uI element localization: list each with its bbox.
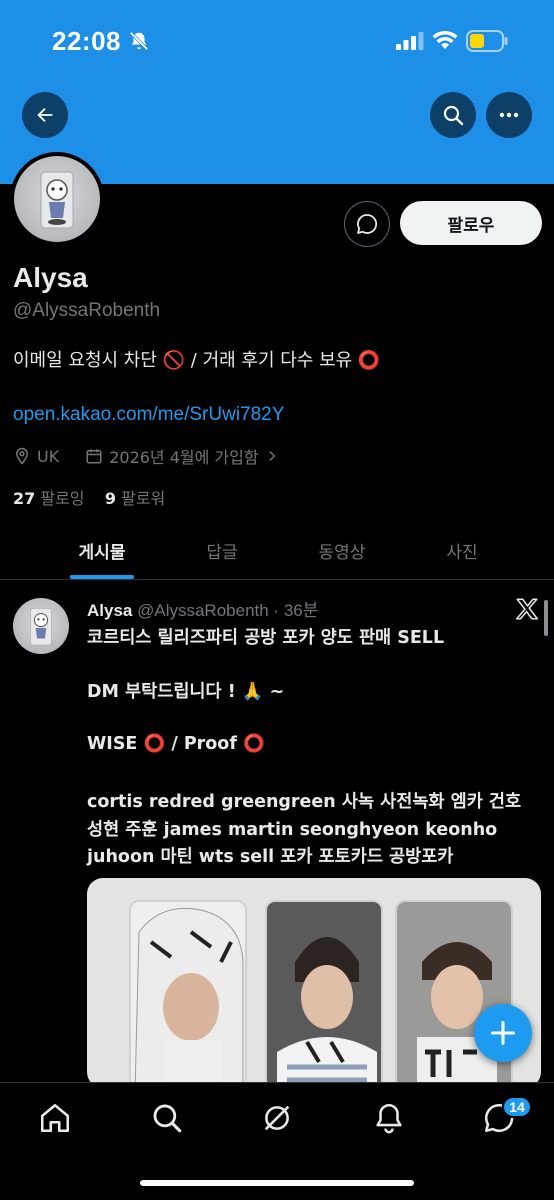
profile-meta: UK 2026년 4월에 가입함 (13, 444, 279, 468)
followers-count: 9 (104, 489, 117, 508)
following-count: 27 (13, 489, 36, 508)
post-line: juhoon 마틴 wts sell 포카 포토카드 공방포카 (87, 847, 454, 867)
post-author-name[interactable]: Alysa (87, 601, 132, 620)
message-button[interactable] (344, 201, 390, 247)
location-pin-icon (15, 447, 29, 465)
follow-button[interactable]: 팔로우 (400, 201, 542, 245)
follow-stats: 27 팔로잉 9 팔로워 (13, 485, 165, 509)
followers-label: 팔로워 (121, 489, 166, 508)
arrow-left-icon (37, 107, 53, 123)
chat-bubble-icon (357, 214, 378, 234)
post-line: 코르티스 릴리즈파티 공방 포카 양도 판매 SELL (87, 628, 445, 648)
keychain-figure-image (30, 607, 52, 646)
post-line: 성현 주훈 james martin seonghyeon keonho (87, 820, 498, 840)
home-indicator[interactable] (140, 1180, 414, 1186)
wifi-icon (432, 30, 458, 49)
following-label: 팔로잉 (40, 489, 85, 508)
post-handle-time: @AlyssaRobenth · 36분 (137, 601, 319, 620)
profile-avatar[interactable] (10, 152, 104, 246)
search-icon (443, 105, 464, 126)
profile-handle: @AlyssaRobenth (13, 300, 161, 321)
display-name: Alysa (13, 262, 88, 293)
tab-replies[interactable]: 답글 (176, 520, 268, 580)
tab-photos[interactable]: 사진 (416, 520, 508, 580)
post-header: Alysa @AlyssaRobenth · 36분 (87, 596, 318, 621)
plus-icon (490, 1020, 516, 1046)
x-logo-icon (515, 598, 539, 620)
tab-videos[interactable]: 동영상 (296, 520, 388, 580)
post-line: cortis redred greengreen 사녹 사전녹화 엠카 건호 (87, 792, 522, 812)
joined-date[interactable]: 2026년 4월에 가입함 (109, 444, 258, 468)
profile-bio: 이메일 요청시 차단 🚫 / 거래 후기 다수 보유 ⭕ (13, 350, 381, 371)
grok-icon[interactable] (260, 1101, 294, 1135)
messages-badge: 14 (502, 1096, 532, 1118)
post-avatar[interactable] (13, 598, 69, 654)
followers-link[interactable]: 9 팔로워 (105, 489, 165, 508)
location-label: UK (37, 446, 60, 466)
status-time: 22:08 (52, 26, 121, 56)
active-tab-indicator (70, 575, 134, 579)
more-dots-icon (499, 112, 519, 118)
keychain-figure-image (40, 171, 74, 229)
following-link[interactable]: 27 팔로잉 (13, 489, 85, 508)
bell-off-icon (129, 31, 149, 51)
search-icon[interactable] (150, 1101, 184, 1135)
tab-posts[interactable]: 게시물 (56, 520, 148, 580)
back-button[interactable] (22, 92, 68, 138)
post-line: WISE ⭕ / Proof ⭕ (87, 734, 265, 754)
more-button[interactable] (486, 92, 532, 138)
home-icon[interactable] (38, 1101, 72, 1135)
notifications-icon[interactable] (372, 1101, 406, 1135)
photocard (265, 900, 383, 1088)
battery-icon (466, 30, 508, 52)
calendar-icon (86, 449, 102, 464)
photocard (129, 900, 247, 1088)
chevron-right-icon (268, 450, 275, 462)
post-line: DM 부탁드립니다 ! 🙏 ~ (87, 682, 285, 702)
profile-tabs: 게시물 답글 동영상 사진 (0, 520, 554, 580)
profile-link[interactable]: open.kakao.com/me/SrUwi782Y (13, 404, 284, 426)
search-button[interactable] (430, 92, 476, 138)
signal-icon (396, 32, 424, 50)
status-bar: 22:08 (0, 0, 554, 80)
scrollbar[interactable] (544, 600, 548, 636)
post-image[interactable] (87, 878, 541, 1088)
compose-button[interactable] (474, 1004, 532, 1062)
